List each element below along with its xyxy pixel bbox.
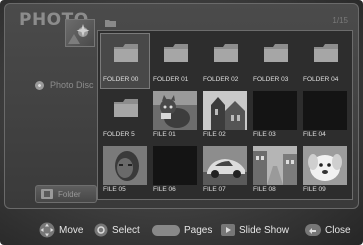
grid-item-file[interactable]: FILE 06: [151, 144, 199, 198]
nav-move: Move: [39, 222, 83, 238]
folder-view-icon: [41, 189, 53, 199]
grid-item-label: FILE 03: [253, 131, 276, 138]
ok-button-icon: [94, 223, 108, 237]
grid-item-file[interactable]: FILE 04: [301, 89, 349, 143]
thumbnail-grid: FOLDER 00 FOLDER 01 FOLDER 02 FOLDER 03 …: [97, 30, 353, 200]
nav-move-label: Move: [59, 224, 84, 236]
disc-icon: [35, 80, 44, 90]
grid-item-label: FILE 07: [203, 186, 226, 193]
source-photo-disc[interactable]: Photo Disc: [35, 78, 94, 92]
empty-thumbnail: [253, 91, 297, 130]
grid-item-folder[interactable]: FOLDER 01: [151, 34, 199, 88]
folder-icon: [114, 44, 138, 62]
grid-item-folder[interactable]: FOLDER 00: [100, 33, 150, 89]
grid-item-label: FILE 05: [103, 186, 126, 193]
folder-icon: [214, 44, 238, 62]
folder-icon: [164, 44, 188, 62]
grid-item-label: FILE 02: [203, 131, 226, 138]
grid-item-label: FOLDER 01: [153, 76, 189, 83]
folder-icon: [314, 44, 338, 62]
empty-thumbnail: [303, 91, 347, 130]
cat-photo-thumbnail: [153, 91, 197, 130]
grid-item-photo[interactable]: FILE 05: [101, 144, 149, 198]
page-indicator: 1/15: [332, 16, 348, 25]
return-icon: [305, 224, 321, 236]
grid-item-label: FOLDER 03: [253, 76, 289, 83]
nav-pages-label: Pages: [184, 224, 213, 236]
grid-item-label: FILE 04: [303, 131, 326, 138]
grid-item-file[interactable]: FILE 03: [251, 89, 299, 143]
face-photo-thumbnail: [103, 146, 147, 185]
grid-item-photo[interactable]: FILE 08: [251, 144, 299, 198]
nav-select: Select: [94, 223, 140, 237]
page-buttons-icon: [152, 224, 180, 236]
tv-screen: PHOTO 1/15 Photo Disc Folder FOLDER 00 F…: [0, 0, 363, 245]
nav-slideshow: Slide Show: [221, 224, 289, 236]
arrow-pad-icon: [39, 222, 55, 238]
grid-item-photo[interactable]: FILE 02: [201, 89, 249, 143]
grid-item-folder[interactable]: FOLDER 03: [251, 34, 299, 88]
street-photo-thumbnail: [253, 146, 297, 185]
play-icon: [221, 224, 235, 236]
folder-button[interactable]: Folder: [35, 185, 97, 203]
grid-item-photo[interactable]: FILE 09: [301, 144, 349, 198]
grid-item-folder[interactable]: FOLDER 5: [101, 89, 149, 143]
navigation-bar: Move Select Pages Slide Show Close: [0, 215, 363, 245]
grid-item-label: FILE 09: [303, 186, 326, 193]
photo-icon: [65, 19, 95, 47]
nav-pages: Pages: [152, 224, 213, 236]
grid-item-label: FILE 01: [153, 131, 176, 138]
grid-item-label: FOLDER 04: [303, 76, 339, 83]
grid-item-label: FILE 06: [153, 186, 176, 193]
nav-slideshow-label: Slide Show: [239, 224, 290, 236]
grid-item-photo[interactable]: FILE 07: [201, 144, 249, 198]
dog-photo-thumbnail: [303, 146, 347, 185]
nav-select-label: Select: [112, 224, 140, 236]
grid-item-label: FOLDER 5: [103, 131, 135, 138]
empty-thumbnail: [153, 146, 197, 185]
folder-icon: [264, 44, 288, 62]
church-photo-thumbnail: [203, 91, 247, 130]
grid-item-label: FOLDER 02: [203, 76, 239, 83]
grid-item-photo[interactable]: FILE 01: [151, 89, 199, 143]
folder-button-label: Folder: [58, 189, 81, 199]
source-label: Photo Disc: [50, 80, 94, 90]
car-photo-thumbnail: [203, 146, 247, 185]
grid-item-folder[interactable]: FOLDER 02: [201, 34, 249, 88]
nav-close-label: Close: [325, 224, 351, 236]
folder-icon: [114, 99, 138, 117]
nav-close: Close: [305, 224, 351, 236]
grid-item-folder[interactable]: FOLDER 04: [301, 34, 349, 88]
grid-item-label: FOLDER 00: [103, 76, 139, 83]
grid-item-label: FILE 08: [253, 186, 276, 193]
